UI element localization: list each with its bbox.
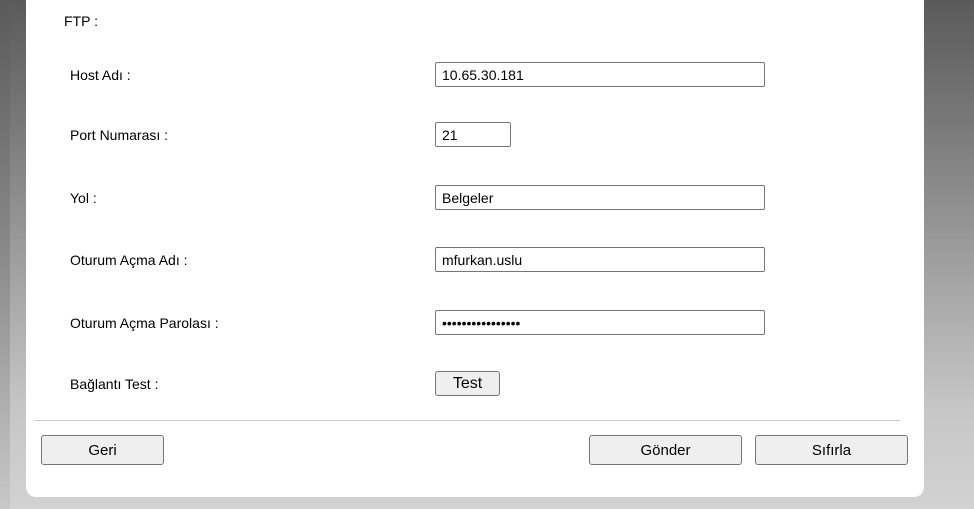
connection-test-label: Bağlantı Test : [70,376,159,392]
password-label: Oturum Açma Parolası : [70,315,219,331]
test-button[interactable]: Test [435,371,500,396]
path-label: Yol : [70,190,97,206]
port-label: Port Numarası : [70,127,169,143]
host-row: Host Adı : [26,60,924,90]
back-button[interactable]: Geri [41,435,164,465]
reset-button[interactable]: Sıfırla [755,435,908,465]
section-title: FTP : [64,13,98,29]
username-input[interactable] [435,247,765,272]
path-input[interactable] [435,185,765,210]
username-row: Oturum Açma Adı : [26,245,924,275]
background-strip [0,0,10,509]
port-input[interactable] [435,122,511,147]
send-button[interactable]: Gönder [589,435,742,465]
port-row: Port Numarası : [26,120,924,150]
ftp-settings-panel: FTP : Host Adı : Port Numarası : Yol : O… [26,0,924,497]
divider [34,420,900,421]
host-label: Host Adı : [70,67,131,83]
connection-test-row: Bağlantı Test : Test [26,369,924,399]
password-row: Oturum Açma Parolası : [26,308,924,338]
password-input[interactable] [435,310,765,335]
host-input[interactable] [435,62,765,87]
path-row: Yol : [26,183,924,213]
username-label: Oturum Açma Adı : [70,252,188,268]
